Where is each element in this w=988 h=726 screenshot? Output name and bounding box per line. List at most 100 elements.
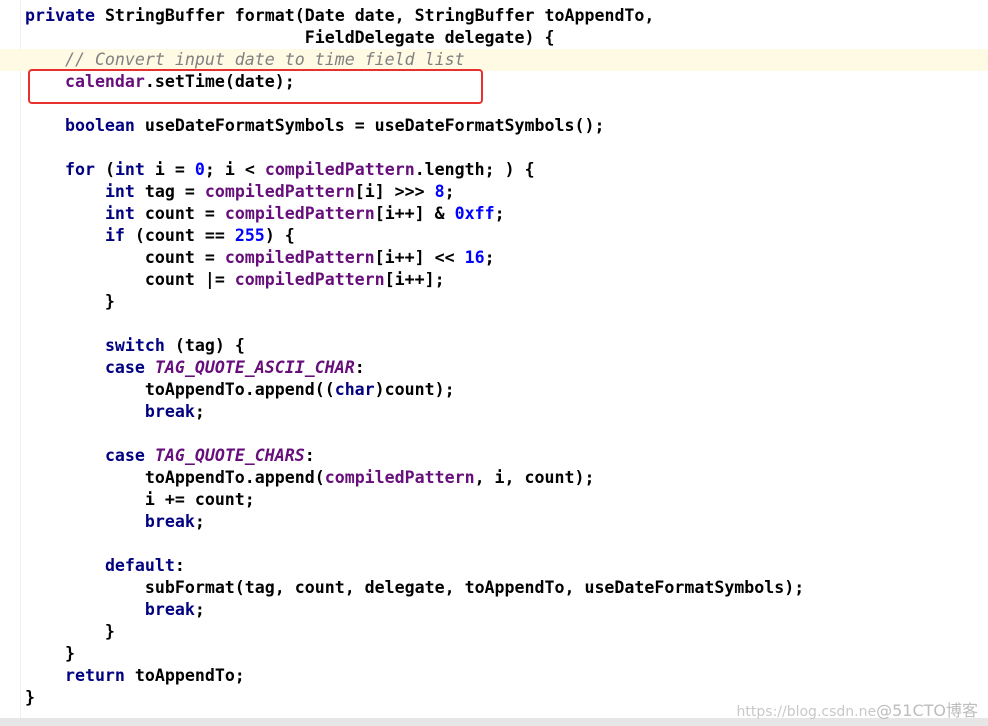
- code-token-kw: switch: [104, 336, 175, 355]
- code-line: int count = compiledPattern[i++] & 0xff;: [25, 203, 505, 225]
- code-line: }: [25, 643, 75, 665]
- code-line: break;: [25, 599, 205, 621]
- code-token-kw: int: [104, 182, 145, 201]
- code-token-kw: case: [104, 358, 155, 377]
- code-token-kw: for: [64, 160, 105, 179]
- code-token-plain: count =: [144, 204, 225, 223]
- code-token-plain: (tag) {: [174, 336, 245, 355]
- code-token-plain: useDateFormatSymbols = useDateFormatSymb…: [144, 116, 605, 135]
- code-token-fld: compiledPattern: [234, 270, 385, 289]
- code-line: toAppendTo.append(compiledPattern, i, co…: [25, 467, 595, 489]
- code-line: switch (tag) {: [25, 335, 245, 357]
- code-token-num: 16: [464, 248, 485, 267]
- code-line: case TAG_QUOTE_CHARS:: [25, 445, 315, 467]
- code-line: if (count == 255) {: [25, 225, 295, 247]
- code-token-fld: compiledPattern: [224, 204, 375, 223]
- code-line: subFormat(tag, count, delegate, toAppend…: [25, 577, 804, 599]
- code-line: break;: [25, 401, 205, 423]
- code-token-plain: ;: [444, 182, 455, 201]
- code-line: count = compiledPattern[i++] << 16;: [25, 247, 495, 269]
- code-token-kw: if: [104, 226, 135, 245]
- code-line: break;: [25, 511, 205, 533]
- code-token-const: TAG_QUOTE_CHARS: [154, 446, 305, 465]
- code-token-plain: [i] >>>: [354, 182, 435, 201]
- code-token-plain: ) {: [264, 226, 295, 245]
- code-token-num: 255: [234, 226, 265, 245]
- code-line: }: [25, 621, 115, 643]
- code-token-plain: toAppendTo;: [134, 666, 245, 685]
- code-token-plain: ; i <: [204, 160, 265, 179]
- code-token-plain: ;: [194, 512, 205, 531]
- code-token-kw: break: [144, 402, 195, 421]
- code-editor[interactable]: private StringBuffer format(Date date, S…: [0, 0, 988, 718]
- watermark: https://blog.csdn.ne@51CTO博客: [737, 697, 978, 721]
- code-token-plain: toAppendTo.append(: [25, 468, 325, 487]
- code-token-plain: (count ==: [134, 226, 235, 245]
- code-token-fld: compiledPattern: [224, 248, 375, 267]
- code-token-plain: count |=: [25, 270, 235, 289]
- code-line: boolean useDateFormatSymbols = useDateFo…: [25, 115, 605, 137]
- code-token-plain: :: [354, 358, 365, 377]
- code-token-kw: break: [144, 512, 195, 531]
- code-token-plain: (: [104, 160, 115, 179]
- code-token-kw: private: [25, 6, 105, 25]
- indent-guide: [20, 0, 21, 718]
- code-token-num: 8: [434, 182, 445, 201]
- code-token-plain: }: [25, 622, 115, 641]
- code-line: for (int i = 0; i < compiledPattern.leng…: [25, 159, 535, 181]
- code-line: count |= compiledPattern[i++];: [25, 269, 445, 291]
- code-token-plain: ;: [194, 402, 205, 421]
- code-token-plain: i += count;: [25, 490, 255, 509]
- code-token-plain: }: [25, 688, 35, 707]
- code-token-plain: ;: [494, 204, 505, 223]
- code-token-kw: return: [64, 666, 135, 685]
- code-line: default:: [25, 555, 185, 577]
- code-token-plain: FieldDelegate delegate) {: [25, 28, 555, 47]
- code-line: }: [25, 291, 115, 313]
- code-token-fld: compiledPattern: [264, 160, 415, 179]
- code-token-fld: compiledPattern: [324, 468, 475, 487]
- code-token-plain: tag =: [144, 182, 205, 201]
- code-token-plain: ;: [484, 248, 495, 267]
- code-token-plain: subFormat(tag, count, delegate, toAppend…: [25, 578, 805, 597]
- code-token-num: 0: [194, 160, 205, 179]
- code-token-plain: ;: [194, 600, 205, 619]
- code-line: }: [25, 687, 35, 709]
- code-token-plain: .length; ) {: [414, 160, 535, 179]
- code-token-kw: int: [104, 204, 145, 223]
- code-token-fld: compiledPattern: [204, 182, 355, 201]
- code-line: toAppendTo.append((char)count);: [25, 379, 455, 401]
- code-token-plain: count =: [25, 248, 225, 267]
- code-token-plain: , i, count);: [474, 468, 595, 487]
- code-line: // Convert input date to time field list: [25, 49, 465, 71]
- code-line: return toAppendTo;: [25, 665, 245, 687]
- code-token-kw: default: [104, 556, 175, 575]
- code-token-cmt: // Convert input date to time field list: [64, 50, 465, 69]
- code-token-plain: :: [174, 556, 185, 575]
- code-line: i += count;: [25, 489, 255, 511]
- code-token-kw: boolean: [64, 116, 145, 135]
- watermark-url: https://blog.csdn.ne: [736, 704, 877, 720]
- code-line: private StringBuffer format(Date date, S…: [25, 5, 654, 27]
- code-token-const: TAG_QUOTE_ASCII_CHAR: [154, 358, 355, 377]
- code-token-plain: }: [25, 644, 75, 663]
- code-token-plain: i =: [154, 160, 195, 179]
- code-token-plain: }: [25, 292, 115, 311]
- code-line: int tag = compiledPattern[i] >>> 8;: [25, 181, 455, 203]
- code-token-plain: [i++] <<: [374, 248, 465, 267]
- code-token-plain: [i++] &: [374, 204, 455, 223]
- code-token-num: 0xff: [454, 204, 495, 223]
- code-line: FieldDelegate delegate) {: [25, 27, 555, 49]
- code-token-plain: [i++];: [384, 270, 445, 289]
- code-token-kw: case: [104, 446, 155, 465]
- watermark-brand: @51CTO博客: [876, 701, 978, 720]
